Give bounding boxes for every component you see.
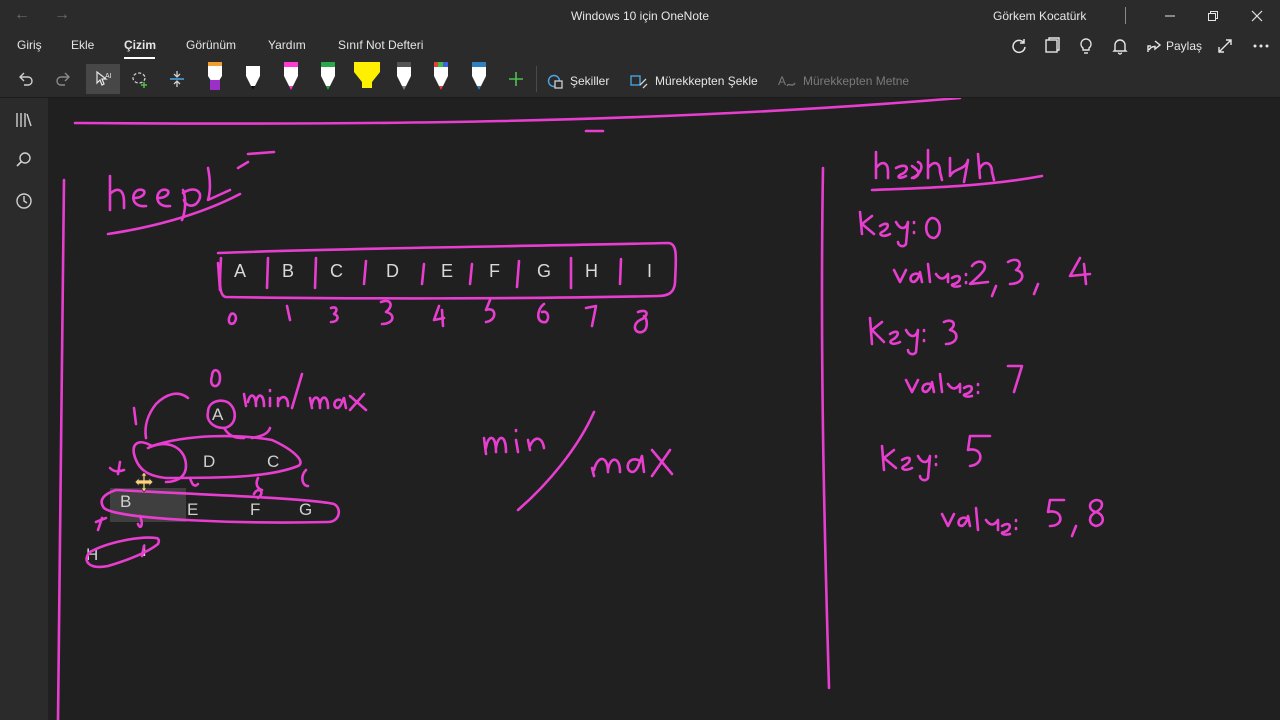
share-button[interactable]: Paylaş <box>1146 38 1202 54</box>
add-pen-button[interactable] <box>500 64 532 94</box>
user-name[interactable]: Görkem Kocatürk <box>993 9 1086 23</box>
tab-help[interactable]: Yardım <box>268 38 306 52</box>
immersive-reader-button[interactable] <box>1041 36 1063 56</box>
insert-space-icon <box>170 71 184 87</box>
minimize-button[interactable] <box>1150 3 1190 29</box>
pages-icon <box>1045 37 1060 53</box>
type-select-button[interactable]: AI <box>86 64 120 94</box>
tell-me-button[interactable] <box>1075 36 1097 56</box>
sync-icon <box>1012 39 1026 54</box>
titlebar-divider <box>1125 7 1126 24</box>
notebooks-button[interactable] <box>14 110 34 130</box>
svg-text:A: A <box>778 74 786 88</box>
restore-button[interactable] <box>1193 3 1233 29</box>
sync-button[interactable] <box>1008 36 1030 56</box>
ink-to-shape-label: Mürekkepten Şekle <box>655 74 758 88</box>
ink-to-text-button[interactable]: A Mürekkepten Metne <box>777 72 909 90</box>
close-button[interactable] <box>1237 3 1277 29</box>
ink-drawing <box>56 98 1105 720</box>
page-canvas[interactable]: A B C D E F G H I A D C B E F G H I <box>48 98 1280 720</box>
pen-icon <box>208 62 222 90</box>
active-tab-indicator <box>124 57 155 59</box>
pen-icon <box>397 62 411 90</box>
minimize-icon <box>1165 15 1175 17</box>
library-icon <box>16 113 32 127</box>
ink-to-text-icon: A <box>778 74 796 88</box>
search-button[interactable] <box>14 150 34 170</box>
pen-icon <box>246 66 260 90</box>
pen-galaxy[interactable] <box>392 62 416 94</box>
fullscreen-button[interactable] <box>1214 36 1236 56</box>
redo-button[interactable] <box>47 64 79 94</box>
tab-view[interactable]: Görünüm <box>186 38 236 52</box>
lightbulb-icon <box>1080 38 1092 54</box>
pen-rainbow[interactable] <box>429 62 453 94</box>
title-bar: ← → Windows 10 için OneNote Görkem Kocat… <box>0 0 1280 32</box>
tab-class-notebook[interactable]: Sınıf Not Defteri <box>338 38 423 52</box>
pen-ocean[interactable] <box>467 62 491 94</box>
ink-to-shape-icon <box>630 75 648 89</box>
pen-black[interactable] <box>241 62 265 94</box>
undo-icon <box>19 72 33 86</box>
highlighter-yellow[interactable] <box>352 62 382 94</box>
lasso-icon <box>132 72 147 88</box>
restore-icon <box>1208 11 1218 21</box>
move-cursor-icon <box>134 471 154 493</box>
more-options-button[interactable] <box>1250 36 1272 56</box>
pen-icon <box>284 62 298 90</box>
pen-green[interactable] <box>316 62 340 94</box>
select-cursor-icon: AI <box>96 70 112 86</box>
ribbon-divider <box>536 66 537 92</box>
navigation-rail <box>0 98 48 720</box>
search-icon <box>16 152 31 167</box>
shapes-label: Şekiller <box>570 74 610 88</box>
tab-insert[interactable]: Ekle <box>71 38 94 52</box>
share-label: Paylaş <box>1166 39 1203 53</box>
plus-icon <box>509 72 523 86</box>
lasso-select-button[interactable] <box>124 64 156 94</box>
pen-orange-purple[interactable] <box>203 62 227 94</box>
pen-icon <box>434 62 448 90</box>
expand-icon <box>1218 39 1232 53</box>
shapes-icon <box>547 74 563 89</box>
add-space-button[interactable] <box>161 64 193 94</box>
clock-icon <box>16 193 32 209</box>
svg-text:AI: AI <box>105 73 112 80</box>
window-title: Windows 10 için OneNote <box>570 9 710 23</box>
ellipsis-icon <box>1253 44 1269 48</box>
highlighter-icon <box>354 62 380 88</box>
ink-to-shape-button[interactable]: Mürekkepten Şekle <box>629 72 758 90</box>
redo-icon <box>56 72 70 86</box>
undo-button[interactable] <box>10 64 42 94</box>
tab-draw[interactable]: Çizim <box>124 38 156 52</box>
shapes-button[interactable]: Şekiller <box>546 72 609 90</box>
tab-home[interactable]: Giriş <box>17 38 42 52</box>
bell-icon <box>1112 39 1128 55</box>
pen-magenta[interactable] <box>279 62 303 94</box>
pen-icon <box>321 62 335 90</box>
close-icon <box>1251 10 1263 22</box>
pen-icon <box>472 62 486 90</box>
share-icon <box>1147 40 1162 52</box>
recent-notes-button[interactable] <box>14 191 34 211</box>
ink-to-text-label: Mürekkepten Metne <box>803 74 910 88</box>
notifications-button[interactable] <box>1109 36 1131 56</box>
